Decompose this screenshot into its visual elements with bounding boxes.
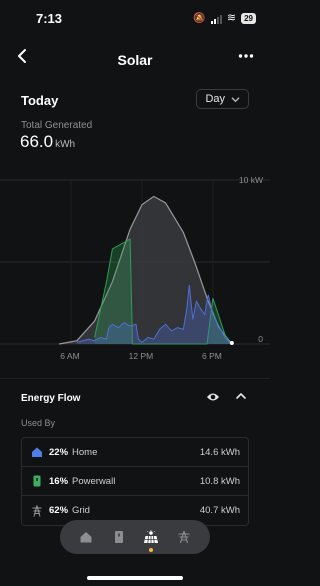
- solar-panel-icon: [144, 530, 159, 544]
- flow-row-home[interactable]: 22% Home 14.6 kWh: [22, 438, 248, 467]
- tab-bar: [60, 520, 210, 554]
- now-marker: [229, 341, 234, 345]
- tab-solar[interactable]: [140, 526, 162, 552]
- nav-bar: Solar: [0, 46, 270, 74]
- total-generated-number: 66.0: [20, 132, 54, 151]
- collapse-button[interactable]: [235, 390, 247, 405]
- wifi-icon: ≋: [226, 12, 237, 24]
- page-title: Solar: [117, 52, 153, 68]
- tab-grid[interactable]: [173, 526, 195, 548]
- x-tick-1: 12 PM: [129, 351, 154, 361]
- solar-chart[interactable]: 10 kW 0 6 AM 12 PM 6 PM: [0, 170, 270, 365]
- range-select-value: Day: [205, 93, 225, 105]
- more-button[interactable]: [238, 48, 254, 69]
- status-icons: 🔕 ≋ 29: [193, 13, 256, 24]
- more-icon: [238, 54, 254, 58]
- chevron-up-icon: [236, 393, 246, 399]
- energy-flow-title: Energy Flow: [21, 393, 81, 404]
- y-tick-max: 10 kW: [239, 175, 263, 185]
- total-generated-value: 66.0 kWh: [20, 132, 75, 152]
- powerwall-icon: [30, 474, 44, 488]
- flow-row-powerwall[interactable]: 16% Powerwall 10.8 kWh: [22, 467, 248, 496]
- battery-icon: 29: [241, 13, 256, 24]
- home-icon: [30, 445, 44, 459]
- total-generated-label: Total Generated: [21, 120, 93, 131]
- powerwall-icon: [114, 531, 123, 543]
- home-value: 14.6 kWh: [199, 446, 240, 458]
- grid-tower-icon: [30, 504, 44, 518]
- status-bar: 7:13 🔕 ≋ 29: [0, 0, 270, 40]
- x-tick-0: 6 AM: [60, 351, 79, 361]
- chevron-down-icon: [231, 96, 240, 102]
- grid-label: Grid: [72, 505, 90, 516]
- tab-powerwall[interactable]: [108, 526, 130, 548]
- powerwall-value: 10.8 kWh: [199, 475, 240, 487]
- home-icon: [80, 532, 92, 543]
- total-generated-unit: kWh: [55, 139, 76, 150]
- energy-flow-list: 22% Home 14.6 kWh 16% Powerwall 10.8 kWh…: [21, 437, 249, 526]
- eye-icon[interactable]: [206, 391, 220, 406]
- powerwall-label: Powerwall: [72, 475, 116, 487]
- active-tab-indicator: [149, 548, 154, 552]
- grid-tower-icon: [178, 530, 190, 544]
- grid-value: 40.7 kWh: [199, 505, 240, 516]
- y-tick-zero: 0: [258, 334, 263, 344]
- x-tick-2: 6 PM: [202, 351, 222, 361]
- status-time: 7:13: [36, 11, 63, 26]
- period-label: Today: [21, 93, 59, 108]
- bell-icon: 🔕: [193, 13, 206, 24]
- signal-icon: [210, 14, 222, 24]
- home-pct: 22%: [49, 446, 69, 458]
- powerwall-pct: 16%: [49, 475, 69, 487]
- home-label: Home: [72, 446, 98, 458]
- home-indicator: [87, 576, 183, 580]
- range-select[interactable]: Day: [196, 89, 249, 109]
- section-divider: [0, 378, 270, 379]
- tab-home[interactable]: [75, 526, 97, 548]
- grid-pct: 62%: [49, 505, 69, 516]
- used-by-label: Used By: [21, 418, 56, 428]
